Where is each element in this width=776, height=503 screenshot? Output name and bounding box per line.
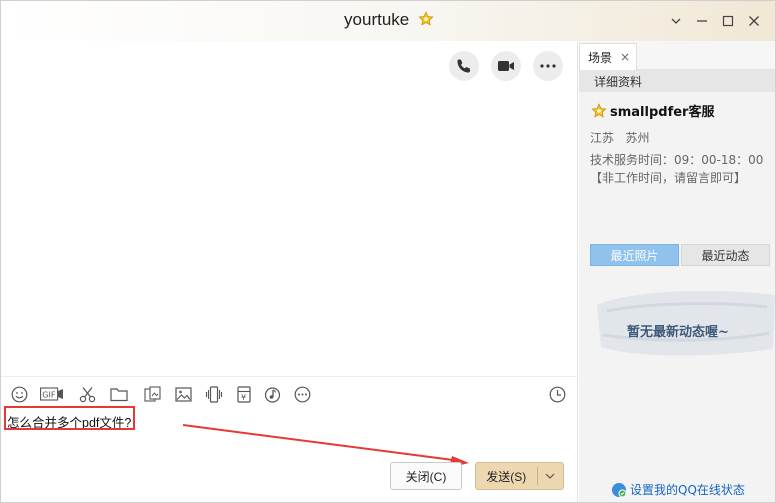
send-options-chevron-icon[interactable] (538, 473, 563, 479)
minimize-button[interactable] (689, 11, 715, 31)
more-tools-icon[interactable] (293, 385, 311, 403)
chat-panel: GIF ¥ 怎么合并多个pdf文件? (1, 41, 578, 502)
gif-label: GIF (42, 391, 56, 400)
video-icon[interactable] (491, 51, 521, 81)
service-hours: 技术服务时间：09：00-18：00【非工作时间，请留言即可】 (590, 153, 764, 185)
emoji-icon[interactable] (10, 385, 28, 403)
close-button[interactable] (741, 11, 767, 31)
tab-close-icon[interactable]: × (620, 50, 630, 64)
empty-activity-text: 暂无最新动态喔~ (627, 325, 729, 340)
tab-scene-label: 场景 (588, 50, 613, 65)
folder-icon[interactable] (110, 385, 128, 403)
input-toolbar: GIF ¥ (1, 376, 578, 408)
red-packet-icon[interactable]: ¥ (235, 385, 253, 403)
call-toolbar (449, 51, 563, 81)
scissors-icon[interactable] (78, 385, 96, 403)
maximize-button[interactable] (715, 11, 741, 31)
side-tab-bar: 场景 × (579, 41, 775, 70)
annotation-red-box (4, 406, 135, 430)
contact-title: yourtuke (344, 10, 410, 29)
more-icon[interactable] (533, 51, 563, 81)
star-badge-icon (418, 11, 434, 32)
close-chat-button[interactable]: 关闭(C) (390, 462, 462, 490)
media-tabs: 最近照片 最近动态 (590, 244, 770, 266)
tab-recent-activity[interactable]: 最近动态 (681, 244, 770, 266)
phone-icon[interactable] (449, 51, 479, 81)
contact-name[interactable]: smallpdfer客服 (591, 101, 714, 120)
history-clock-icon[interactable] (548, 385, 566, 403)
window-title: yourtuke (1, 10, 775, 32)
music-icon[interactable] (263, 385, 281, 403)
set-online-status-link[interactable]: 设置我的QQ在线状态 (611, 481, 745, 498)
money-label: ¥ (241, 393, 246, 402)
picture-icon[interactable] (174, 385, 192, 403)
vibrate-icon[interactable] (205, 385, 223, 403)
info-side-panel: 场景 × 详细资料 smallpdfer客服 江苏 苏州 技术服务时间：09：0… (579, 41, 775, 502)
set-online-status-text: 设置我的QQ在线状态 (630, 483, 745, 497)
online-status-icon (612, 482, 627, 497)
contact-location: 江苏 苏州 (590, 131, 650, 145)
contact-name-text: smallpdfer客服 (610, 105, 715, 120)
star-badge-icon (591, 102, 607, 118)
image-sticker-icon[interactable] (143, 385, 161, 403)
tab-recent-photos[interactable]: 最近照片 (590, 244, 679, 266)
send-button-label: 发送(S) (486, 469, 527, 484)
gif-icon[interactable]: GIF (40, 385, 64, 403)
send-button[interactable]: 发送(S) (475, 462, 564, 490)
title-bar: yourtuke (1, 1, 775, 41)
chevron-down-icon[interactable] (663, 11, 689, 31)
tab-scene[interactable]: 场景 × (579, 43, 637, 70)
section-title: 详细资料 (579, 70, 775, 92)
chat-window: yourtuke GIF ¥ 怎么合并多个pdf文件? 关闭(C) 发送(S) … (0, 0, 776, 503)
